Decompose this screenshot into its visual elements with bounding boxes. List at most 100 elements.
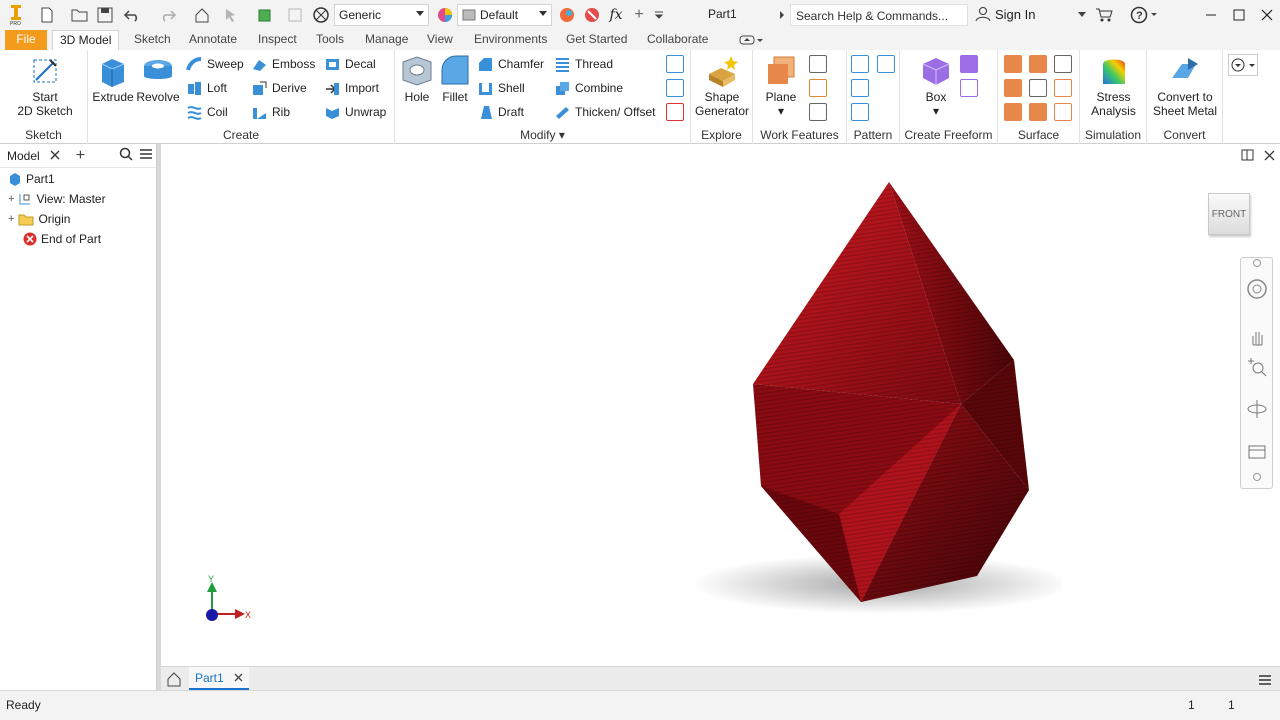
sign-in-chevron-down-icon[interactable] <box>1075 5 1089 25</box>
circular-pattern-icon[interactable] <box>851 79 869 97</box>
emboss-button[interactable]: Emboss <box>251 54 315 74</box>
browser-menu-icon[interactable] <box>139 148 153 163</box>
sketch-pattern-icon[interactable] <box>851 103 869 121</box>
repair-icon[interactable] <box>1054 103 1072 121</box>
look-at-icon[interactable] <box>1246 440 1268 462</box>
maximize-icon[interactable] <box>1228 5 1250 25</box>
navbar-options-icon[interactable] <box>1246 472 1268 482</box>
derive-button[interactable]: Derive <box>251 78 307 98</box>
tab-manage[interactable]: Manage <box>358 30 415 50</box>
stitch-icon[interactable] <box>1004 55 1022 73</box>
delete-face-icon[interactable] <box>666 103 684 121</box>
split-icon[interactable] <box>666 55 684 73</box>
select-icon[interactable] <box>216 5 246 25</box>
chamfer-button[interactable]: Chamfer <box>477 54 544 74</box>
search-input[interactable]: Search Help & Commands... <box>790 4 968 26</box>
unwrap-button[interactable]: Unwrap <box>324 102 386 122</box>
close-view-icon[interactable] <box>1261 147 1277 163</box>
tab-tools[interactable]: Tools <box>309 30 351 50</box>
fillet-button[interactable]: Fillet <box>437 54 473 104</box>
direct-edit-icon[interactable] <box>666 79 684 97</box>
ucs-icon[interactable] <box>809 103 827 121</box>
cart-icon[interactable] <box>1094 5 1114 25</box>
crystal-model[interactable] <box>681 174 1061 614</box>
convert-to-freeform-icon[interactable] <box>960 79 978 97</box>
appearance-box-icon[interactable] <box>251 5 281 25</box>
new-icon[interactable] <box>35 5 59 25</box>
extend-icon[interactable] <box>1054 79 1072 97</box>
browser-add-icon[interactable]: + <box>76 147 85 165</box>
tab-collaborate[interactable]: Collaborate <box>640 30 715 50</box>
decal-button[interactable]: Decal <box>324 54 376 74</box>
thicken-offset-button[interactable]: Thicken/ Offset <box>554 102 655 122</box>
patch-icon[interactable] <box>1029 55 1047 73</box>
shape-generator-button[interactable]: Shape Generator <box>693 54 751 118</box>
help-icon[interactable]: ? <box>1128 5 1160 25</box>
tree-item-origin[interactable]: + Origin <box>8 210 70 228</box>
tree-item-view-master[interactable]: + View: Master <box>8 190 106 208</box>
expand-plus-icon[interactable]: + <box>8 213 14 225</box>
shell-button[interactable]: Shell <box>477 78 525 98</box>
coil-button[interactable]: Coil <box>186 102 228 122</box>
tree-item-end-of-part[interactable]: End of Part <box>23 230 101 248</box>
pan-hand-icon[interactable] <box>1246 326 1268 348</box>
tab-annotate[interactable]: Annotate <box>182 30 244 50</box>
document-tab-part1[interactable]: Part1 <box>189 667 249 690</box>
ribbon-display-toggle-icon[interactable] <box>737 32 765 48</box>
tree-item-part1[interactable]: Part1 <box>8 170 55 188</box>
parameters-fx-icon[interactable]: fx <box>605 5 627 25</box>
restore-view-icon[interactable] <box>1239 147 1255 163</box>
orbit-icon[interactable] <box>1246 398 1268 420</box>
viewcube[interactable]: FRONT <box>1208 193 1250 235</box>
clear-material-icon[interactable] <box>582 5 602 25</box>
clear-appearance-icon[interactable] <box>311 5 331 25</box>
freeform-face-icon[interactable] <box>960 55 978 73</box>
sweep-button[interactable]: Sweep <box>186 54 244 74</box>
sculpt-icon[interactable] <box>1054 55 1072 73</box>
tab-environments[interactable]: Environments <box>467 30 554 50</box>
zoom-icon[interactable] <box>1246 356 1268 378</box>
hole-button[interactable]: Hole <box>399 54 435 104</box>
ribbon-options-icon[interactable] <box>1228 54 1258 76</box>
close-tab-icon[interactable] <box>234 671 243 684</box>
graphics-viewport[interactable]: Y X FRONT <box>161 144 1280 666</box>
minimize-icon[interactable] <box>1200 5 1222 25</box>
rectangular-pattern-icon[interactable] <box>851 55 869 73</box>
browser-search-icon[interactable] <box>119 147 133 164</box>
point-icon[interactable] <box>809 79 827 97</box>
combine-button[interactable]: Combine <box>554 78 623 98</box>
start-2d-sketch-button[interactable]: Start 2D Sketch <box>12 54 78 118</box>
tab-file[interactable]: File <box>5 30 47 50</box>
customize-chevron-down-icon[interactable] <box>650 5 668 25</box>
adjust-icon[interactable] <box>285 5 305 25</box>
loft-button[interactable]: Loft <box>186 78 227 98</box>
mirror-icon[interactable] <box>877 55 895 73</box>
steering-wheel-icon[interactable] <box>1246 278 1268 300</box>
add-icon[interactable]: + <box>630 5 648 25</box>
sign-in-button[interactable]: Sign In <box>975 6 1035 22</box>
redo-icon[interactable] <box>155 5 185 25</box>
tab-view[interactable]: View <box>420 30 460 50</box>
open-icon[interactable] <box>70 5 90 25</box>
home-tab-icon[interactable] <box>163 669 185 689</box>
replace-face-icon[interactable] <box>1029 103 1047 121</box>
tab-inspect[interactable]: Inspect <box>251 30 304 50</box>
convert-to-sheet-metal-button[interactable]: Convert to Sheet Metal <box>1151 54 1219 118</box>
home-icon[interactable] <box>192 5 212 25</box>
navbar-close-icon[interactable] <box>1246 258 1268 268</box>
panel-title-modify[interactable]: Modify ▾ <box>395 128 690 142</box>
undo-icon[interactable] <box>119 5 149 25</box>
tab-3d-model[interactable]: 3D Model <box>52 30 120 50</box>
tab-menu-icon[interactable] <box>1255 670 1275 690</box>
tab-get-started[interactable]: Get Started <box>559 30 634 50</box>
box-freeform-button[interactable]: Box ▾ <box>916 54 956 118</box>
revolve-button[interactable]: Revolve <box>136 54 180 104</box>
material-dropdown[interactable]: Default <box>457 4 552 26</box>
import-button[interactable]: Import <box>324 78 379 98</box>
axis-icon[interactable] <box>809 55 827 73</box>
tab-sketch[interactable]: Sketch <box>127 30 178 50</box>
material-palette-icon[interactable] <box>557 5 577 25</box>
ruled-surface-icon[interactable] <box>1004 79 1022 97</box>
title-chevron-right-icon[interactable] <box>777 5 787 25</box>
close-window-icon[interactable] <box>1256 5 1278 25</box>
